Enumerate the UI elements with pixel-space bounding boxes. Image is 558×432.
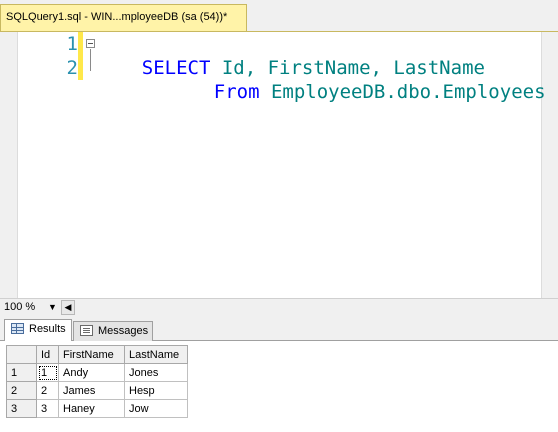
- chevron-down-icon[interactable]: ▼: [48, 300, 57, 315]
- collapse-outline-icon[interactable]: [86, 39, 95, 48]
- sql-text: EmployeeDB.dbo.Employees: [259, 81, 546, 103]
- scroll-left-icon[interactable]: ◀: [61, 300, 75, 315]
- tab-messages-label: Messages: [98, 325, 149, 337]
- cell-id[interactable]: 1: [36, 363, 59, 382]
- cell-id[interactable]: 2: [36, 381, 59, 400]
- results-pane: Id FirstName LastName 1 1 Andy Jones 2 2…: [0, 341, 558, 432]
- corner-cell[interactable]: [6, 345, 37, 364]
- query-tab[interactable]: SQLQuery1.sql - WIN...mployeeDB (sa (54)…: [0, 4, 247, 31]
- tab-results[interactable]: Results: [4, 319, 72, 342]
- table-row[interactable]: 3 3 Haney Jow: [6, 399, 188, 418]
- results-grid[interactable]: Id FirstName LastName 1 1 Andy Jones 2 2…: [6, 345, 188, 418]
- result-tabs: Results Messages: [0, 316, 558, 342]
- code-line-1: SELECT Id, FirstName, LastName: [96, 32, 485, 79]
- cell-firstname[interactable]: Haney: [58, 399, 125, 418]
- table-row[interactable]: 2 2 James Hesp: [6, 381, 188, 400]
- row-number[interactable]: 3: [6, 399, 37, 418]
- cell-lastname[interactable]: Hesp: [124, 381, 188, 400]
- table-row[interactable]: 1 1 Andy Jones: [6, 363, 188, 382]
- outline-guide-line: [90, 49, 91, 71]
- editor-status-bar: 100 % ▼ ◀: [0, 298, 558, 316]
- document-tab-strip: SQLQuery1.sql - WIN...mployeeDB (sa (54)…: [0, 0, 558, 31]
- tab-results-label: Results: [29, 323, 66, 335]
- sql-keyword: From: [213, 81, 260, 103]
- grid-icon: [11, 323, 24, 334]
- messages-icon: [80, 325, 93, 336]
- column-header[interactable]: LastName: [124, 345, 188, 364]
- column-header[interactable]: Id: [36, 345, 59, 364]
- cell-lastname[interactable]: Jones: [124, 363, 188, 382]
- cell-firstname[interactable]: Andy: [58, 363, 125, 382]
- query-editor[interactable]: 1 2 SELECT Id, FirstName, LastName From …: [0, 31, 558, 298]
- zoom-value: 100 %: [4, 301, 36, 313]
- editor-gutter: [0, 32, 18, 298]
- line-number: 1: [66, 33, 78, 55]
- tab-messages[interactable]: Messages: [73, 321, 153, 341]
- cell-id[interactable]: 3: [36, 399, 59, 418]
- row-number[interactable]: 1: [6, 363, 37, 382]
- change-indicator-bar: [78, 32, 83, 80]
- cell-firstname[interactable]: James: [58, 381, 125, 400]
- zoom-dropdown[interactable]: 100 % ▼: [4, 300, 57, 315]
- row-number[interactable]: 2: [6, 381, 37, 400]
- code-line-2: From EmployeeDB.dbo.Employees: [168, 56, 546, 103]
- cell-lastname[interactable]: Jow: [124, 399, 188, 418]
- query-tab-title: SQLQuery1.sql - WIN...mployeeDB (sa (54)…: [6, 11, 228, 23]
- column-header[interactable]: FirstName: [58, 345, 125, 364]
- line-number: 2: [66, 57, 78, 79]
- grid-header-row: Id FirstName LastName: [6, 345, 188, 364]
